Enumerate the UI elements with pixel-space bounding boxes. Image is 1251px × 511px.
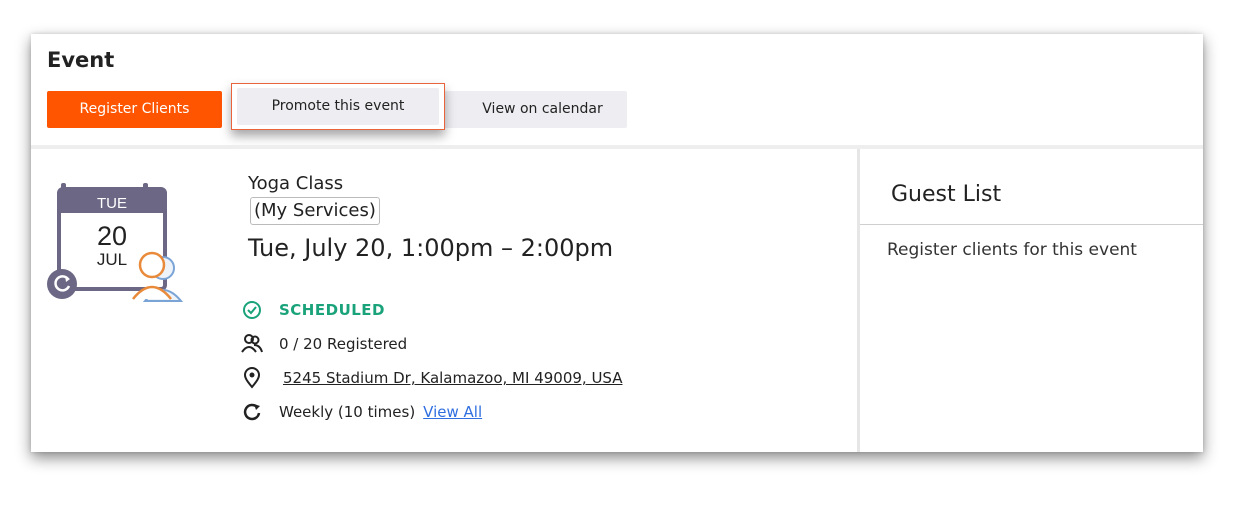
check-circle-icon [241,299,263,321]
location-pin-icon [241,367,263,389]
address-row: 5245 Stadium Dr, Kalamazoo, MI 49009, US… [241,366,623,390]
event-card: Event Register Clients View on calendar … [31,34,1203,452]
promote-button-focus-ring: Promote this event [231,83,445,130]
repeat-icon [241,401,263,423]
guest-list-panel: Guest List Register clients for this eve… [860,149,1203,452]
people-icon [241,333,263,355]
calendar-weekday: TUE [97,195,127,212]
recurrence-text: Weekly (10 times) [279,403,416,421]
register-clients-button[interactable]: Register Clients [47,91,222,128]
status-badge: SCHEDULED [279,301,385,319]
view-on-calendar-button[interactable]: View on calendar [440,91,627,128]
guest-list-empty-text: Register clients for this event [887,240,1137,260]
guest-list-title: Guest List [891,182,1002,207]
page-title: Event [47,48,115,72]
event-name: Yoga Class [248,173,344,194]
event-category[interactable]: (My Services) [250,197,380,225]
status-row: SCHEDULED [241,298,385,322]
recurrence-row: Weekly (10 times) View All [241,400,482,424]
calendar-month: JUL [97,250,127,269]
view-all-link[interactable]: View All [423,403,482,421]
registered-count: 0 / 20 Registered [279,335,408,353]
registered-row: 0 / 20 Registered [241,332,407,356]
calendar-icon: TUE 20 JUL [47,183,184,302]
calendar-day: 20 [97,221,127,251]
event-datetime: Tue, July 20, 1:00pm – 2:00pm [248,234,614,262]
address-link[interactable]: 5245 Stadium Dr, Kalamazoo, MI 49009, US… [283,369,623,387]
event-details-panel: TUE 20 JUL Yoga Class (My Services) Tue,… [31,149,857,452]
promote-event-button[interactable]: Promote this event [237,88,439,125]
guest-list-divider [860,224,1203,225]
